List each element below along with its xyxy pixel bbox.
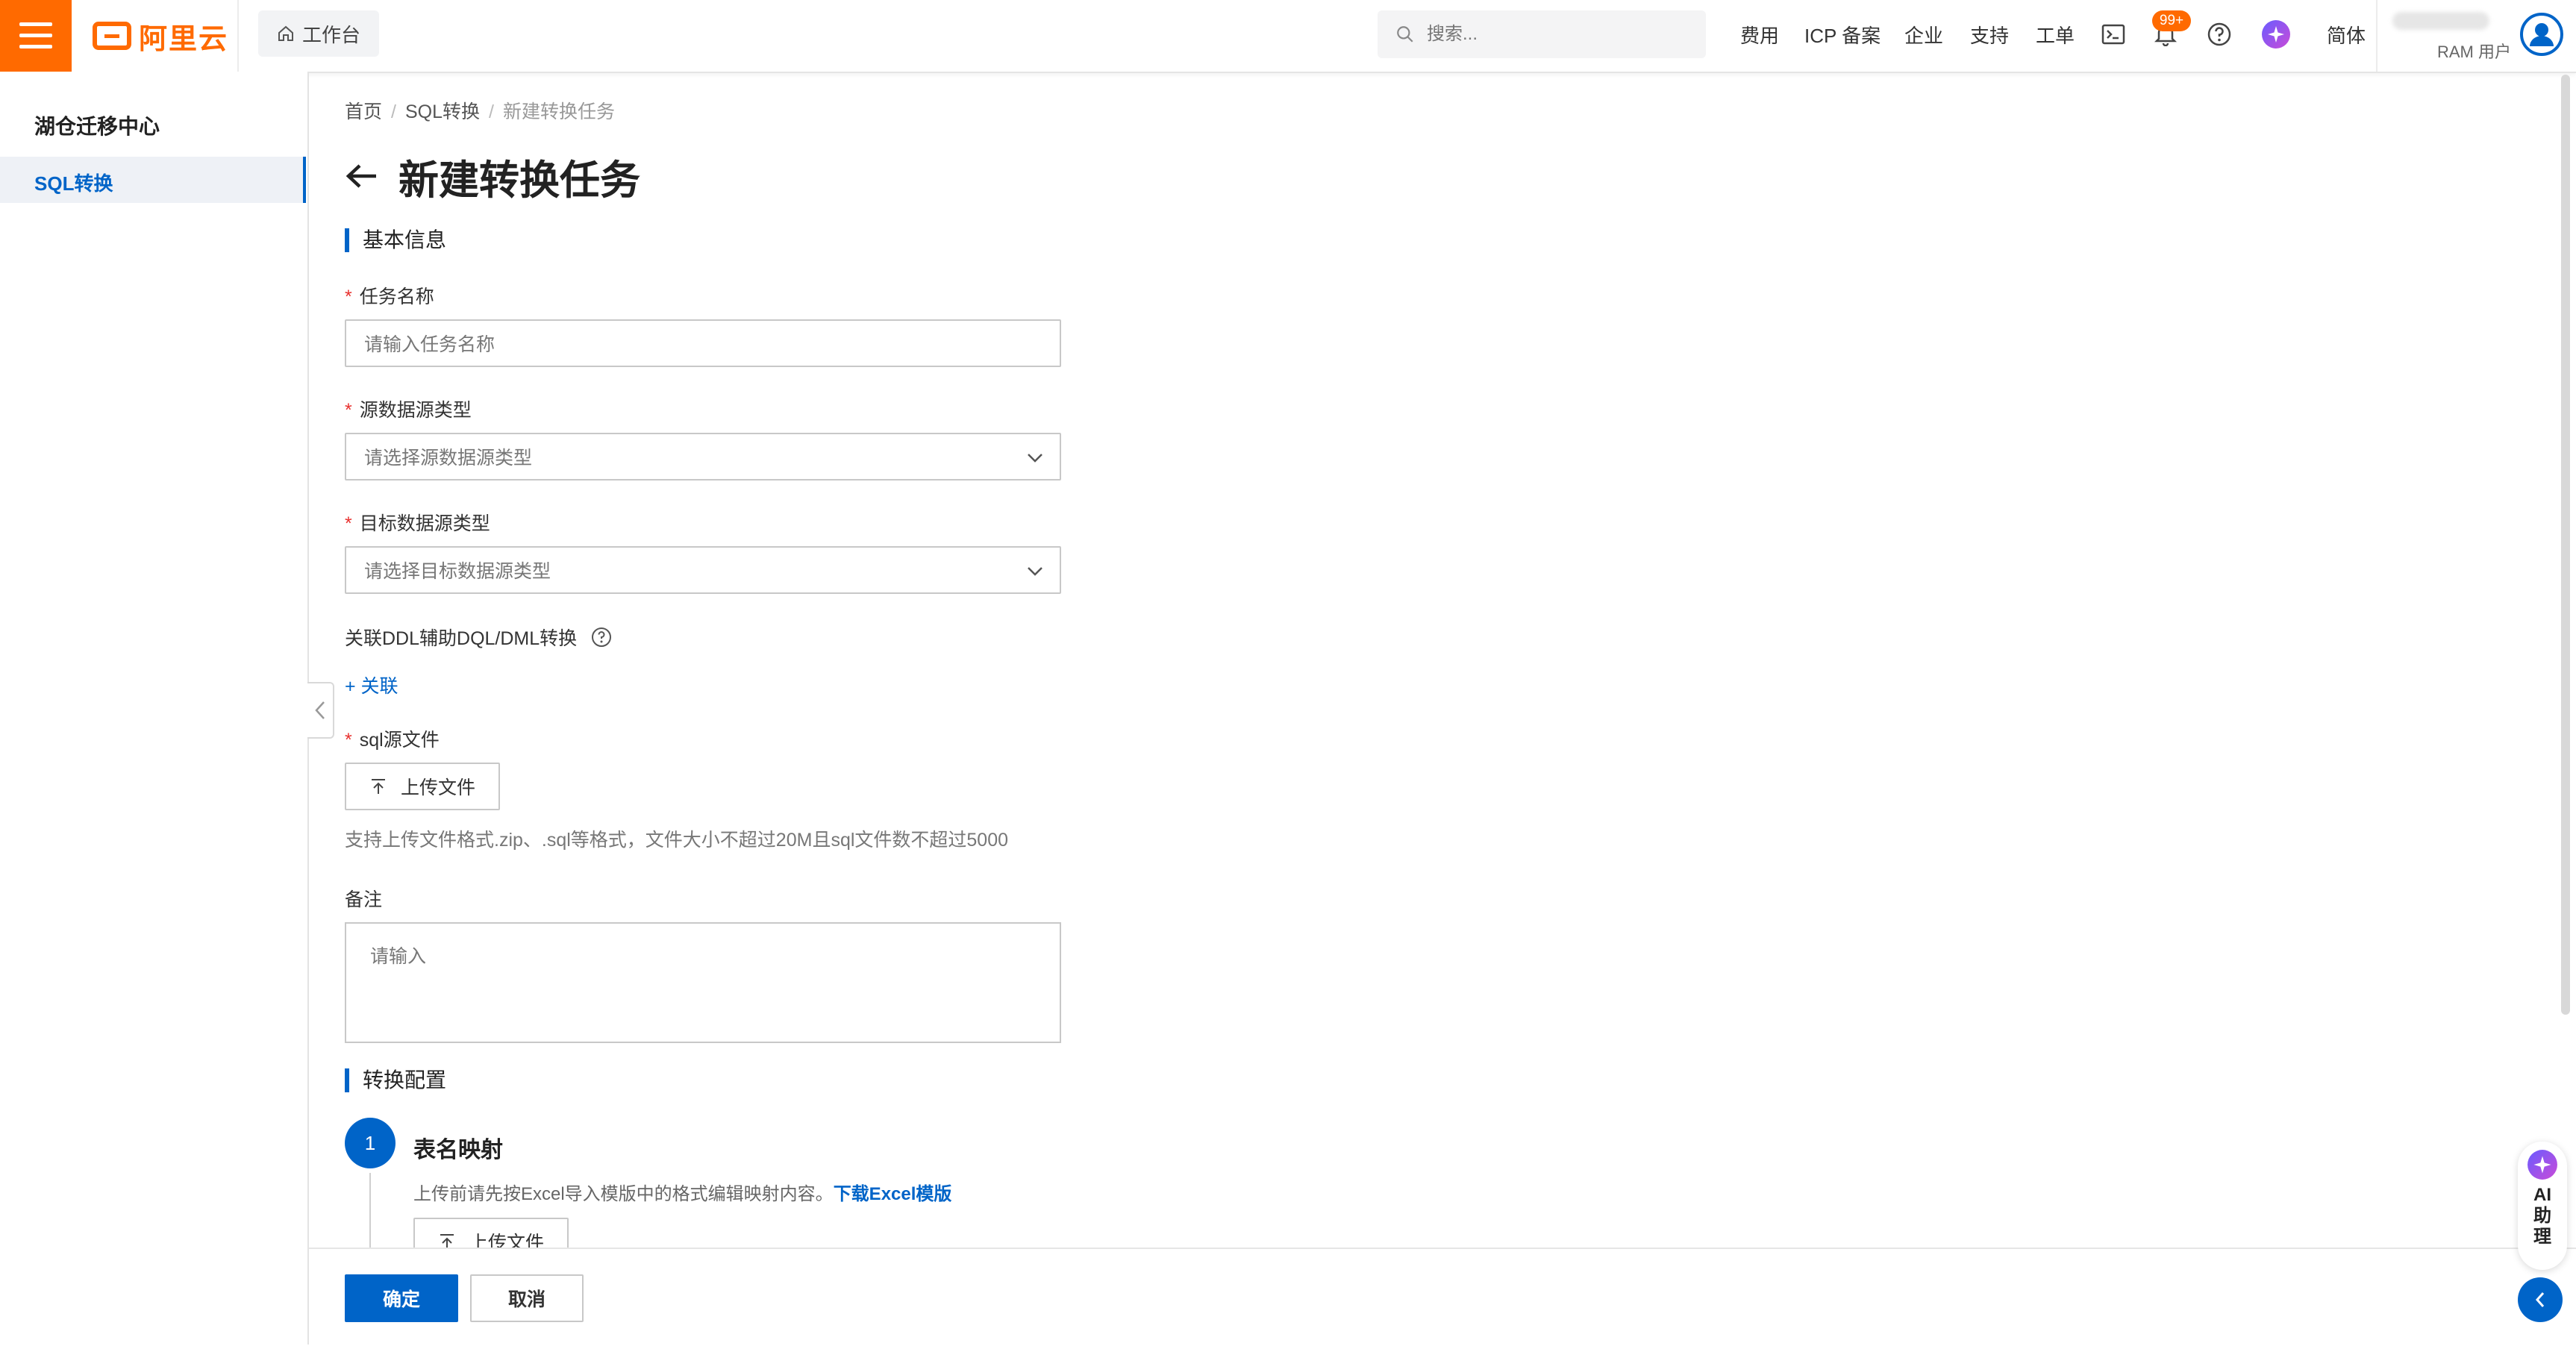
sidebar-collapse-button[interactable] (307, 682, 334, 739)
ddl-assist-label: 关联DDL辅助DQL/DML转换 (345, 624, 613, 651)
page-scrollbar[interactable] (2561, 75, 2570, 1015)
nav-fees-link[interactable]: 费用 (1740, 21, 1779, 48)
page-header: 新建转换任务 (345, 146, 640, 206)
task-name-label: * 任务名称 (345, 287, 434, 307)
remark-textarea[interactable]: 请输入 (345, 922, 1061, 1043)
sql-file-upload-button[interactable]: 上传文件 (345, 763, 500, 810)
language-switch[interactable]: 简体 (2327, 21, 2366, 48)
ai-assistant-float[interactable]: AI助理 (2518, 1142, 2567, 1270)
ai-assistant-label: AI助理 (2533, 1185, 2551, 1247)
target-type-label: * 目标数据源类型 (345, 513, 490, 534)
workbench-label: 工作台 (301, 23, 360, 46)
source-type-select[interactable]: 请选择源数据源类型 (345, 433, 1061, 481)
breadcrumb-section[interactable]: SQL转换 (405, 101, 480, 122)
hamburger-menu-button[interactable] (0, 0, 72, 72)
search-box[interactable] (1378, 10, 1706, 58)
step-number: 1 (345, 1118, 396, 1168)
upload-icon (371, 779, 385, 794)
sidebar-item-label: SQL转换 (34, 172, 113, 195)
back-arrow-icon[interactable] (345, 163, 379, 190)
step-title-table-mapping: 表名映射 (413, 1138, 503, 1162)
breadcrumb: 首页 / SQL转换 / 新建转换任务 (345, 101, 615, 122)
step-connector (369, 1173, 371, 1255)
ai-sparkle-icon (2527, 1150, 2557, 1180)
form-footer: 确定 取消 (309, 1248, 2576, 1346)
help-circle-icon[interactable] (590, 626, 613, 648)
help-icon[interactable] (2204, 19, 2234, 49)
account-name-blurred (2392, 12, 2489, 30)
workbench-button[interactable]: 工作台 (258, 10, 379, 57)
user-role-label: RAM 用户 (2437, 43, 2512, 61)
sidebar-title: 湖仓迁移中心 (34, 115, 160, 138)
nav-ticket-link[interactable]: 工单 (2036, 21, 2075, 48)
aliyun-logo[interactable]: 阿里云 (93, 19, 228, 55)
search-icon (1397, 26, 1413, 43)
cancel-button[interactable]: 取消 (470, 1274, 584, 1322)
nav-enterprise-link[interactable]: 企业 (1904, 21, 1943, 48)
user-avatar[interactable] (2519, 12, 2564, 57)
nav-support-link[interactable]: 支持 (1970, 21, 2009, 48)
sql-file-hint: 支持上传文件格式.zip、.sql等格式，文件大小不超过20M且sql文件数不超… (345, 830, 1009, 851)
page-title: 新建转换任务 (398, 157, 640, 203)
breadcrumb-current: 新建转换任务 (502, 101, 615, 122)
confirm-button[interactable]: 确定 (345, 1274, 458, 1322)
chevron-left-icon (315, 701, 325, 719)
logo-text: 阿里云 (139, 23, 229, 55)
remark-label: 备注 (345, 889, 383, 910)
home-icon (278, 25, 293, 41)
chevron-left-icon (2535, 1292, 2545, 1307)
task-name-input[interactable]: 请输入任务名称 (345, 319, 1061, 367)
sidebar: 湖仓迁移中心 SQL转换 (0, 72, 309, 1345)
search-input[interactable] (1425, 23, 1697, 46)
ai-assistant-icon[interactable] (2261, 19, 2291, 49)
section-basic-info: 基本信息 (345, 228, 446, 252)
notification-badge: 99+ (2152, 10, 2191, 31)
step-description: 上传前请先按Excel导入模版中的格式编辑映射内容。下载Excel模版 (413, 1184, 952, 1204)
download-excel-template-link[interactable]: 下载Excel模版 (834, 1184, 952, 1204)
chevron-down-icon (1028, 567, 1042, 576)
terminal-icon[interactable] (2098, 19, 2128, 49)
breadcrumb-home[interactable]: 首页 (345, 101, 382, 122)
aliyun-logo-icon (93, 22, 131, 50)
sidebar-item-sql-convert[interactable]: SQL转换 (0, 157, 306, 203)
associate-link[interactable]: + 关联 (345, 672, 398, 698)
section-convert-config: 转换配置 (345, 1068, 446, 1092)
target-type-select[interactable]: 请选择目标数据源类型 (345, 546, 1061, 594)
top-navbar: 阿里云 工作台 费用 ICP 备案 企业 支持 工单 99+ 简体 RAM 用户 (0, 0, 2576, 73)
nav-icp-link[interactable]: ICP 备案 (1804, 21, 1881, 48)
chevron-down-icon (1028, 454, 1042, 463)
source-type-label: * 源数据源类型 (345, 400, 472, 421)
expand-panel-button[interactable] (2518, 1277, 2563, 1322)
sql-file-label: * sql源文件 (345, 730, 440, 751)
